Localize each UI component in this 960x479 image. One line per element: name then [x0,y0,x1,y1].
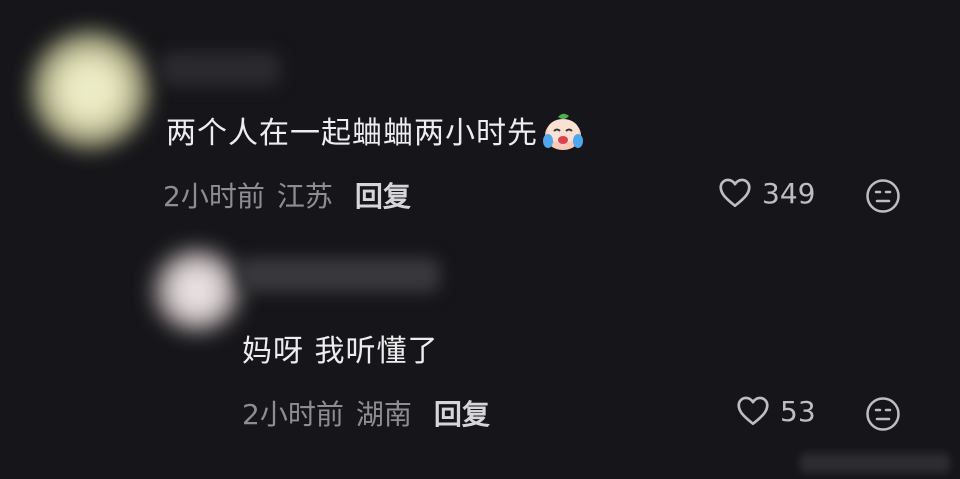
like-button[interactable]: 53 [734,393,816,429]
comment-body: 两个人在一起蛐蛐两小时先 [166,116,538,151]
reply-button[interactable]: 回复 [355,180,411,213]
reply-button[interactable]: 回复 [434,398,490,431]
meh-face-icon[interactable] [865,396,901,432]
watermark-blurred [800,453,950,473]
comment-region: 江苏 [276,180,333,213]
crying-laughing-emoji-icon [540,111,586,151]
commenter-avatar[interactable] [30,30,150,150]
comment-time: 2小时前 [163,180,265,213]
replier-avatar[interactable] [152,248,242,333]
reply-time: 2小时前 [242,398,344,431]
meh-face-icon[interactable] [865,178,901,214]
like-count: 53 [780,394,816,428]
replier-name-blurred[interactable] [240,258,440,292]
reply-text: 妈呀 我听懂了 [242,334,439,369]
heart-outline-icon [719,178,751,208]
like-count: 349 [762,176,816,210]
reply-region: 湖南 [355,398,412,431]
comment-text: 两个人在一起蛐蛐两小时先 [166,108,586,155]
commenter-name-blurred[interactable] [160,52,280,86]
comment-meta: 2小时前 江苏 回复 [163,175,411,215]
heart-outline-icon [737,396,769,426]
reply-meta: 2小时前 湖南 回复 [242,393,490,433]
like-button[interactable]: 349 [716,175,815,211]
